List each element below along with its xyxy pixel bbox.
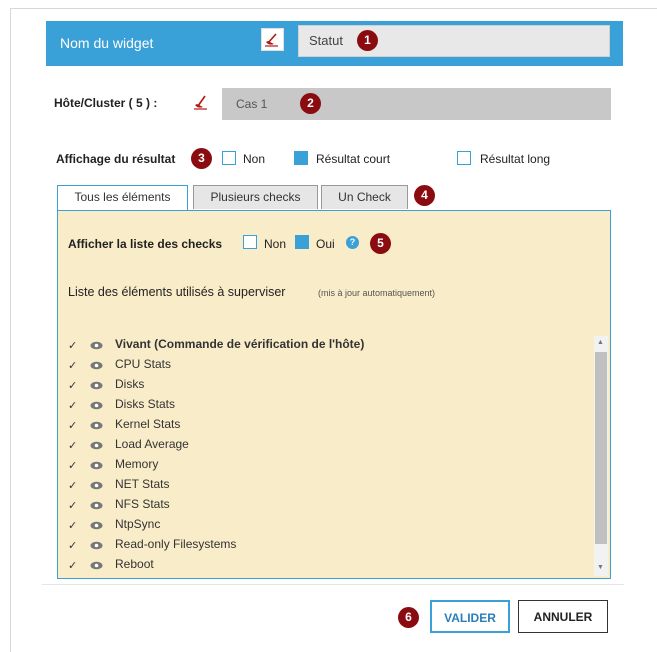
callout-badge-6: 6 — [398, 607, 419, 628]
check-icon: ✓ — [68, 560, 78, 572]
host-cluster-input[interactable]: Cas 1 — [222, 88, 611, 120]
cancel-button[interactable]: ANNULER — [518, 600, 608, 633]
check-icon: ✓ — [68, 540, 78, 552]
callout-badge-4: 4 — [414, 185, 435, 206]
show-checks-no-checkbox[interactable] — [243, 235, 257, 249]
list-item-label: NET Stats — [115, 477, 170, 491]
eye-icon[interactable] — [90, 439, 103, 450]
display-short-checkbox[interactable] — [294, 151, 308, 165]
list-item-label: NtpSync — [115, 517, 161, 531]
show-checks-yes-checkbox[interactable] — [295, 235, 309, 249]
callout-badge-1: 1 — [357, 30, 378, 51]
widget-name-label: Nom du widget — [60, 35, 154, 51]
eye-icon[interactable] — [90, 399, 103, 410]
eye-icon[interactable] — [90, 379, 103, 390]
eye-icon[interactable] — [90, 419, 103, 430]
check-icon: ✓ — [68, 340, 78, 352]
eye-icon[interactable] — [90, 559, 103, 570]
eye-icon[interactable] — [90, 519, 103, 530]
check-icon: ✓ — [68, 400, 78, 412]
display-none-label: Non — [243, 152, 266, 166]
display-short-label: Résultat court — [316, 152, 391, 166]
scroll-up-arrow-icon[interactable]: ▲ — [597, 339, 604, 346]
validate-button[interactable]: VALIDER — [430, 600, 510, 633]
eye-icon[interactable] — [90, 499, 103, 510]
eye-icon[interactable] — [90, 539, 103, 550]
callout-badge-3: 3 — [191, 148, 212, 169]
list-item-label: Disks Stats — [115, 397, 176, 411]
callout-badge-2: 2 — [300, 93, 321, 114]
elements-list-scrollbar[interactable]: ▲ ▼ — [594, 336, 608, 576]
display-long-checkbox[interactable] — [457, 151, 471, 165]
list-item-label: Kernel Stats — [115, 417, 181, 431]
footer-divider — [42, 584, 624, 585]
host-cluster-label: Hôte/Cluster ( 5 ) : — [54, 96, 158, 110]
check-icon: ✓ — [68, 460, 78, 472]
result-display-label: Affichage du résultat — [56, 152, 176, 166]
tab-one-check[interactable]: Un Check — [321, 185, 408, 209]
check-icon: ✓ — [68, 360, 78, 372]
widget-name-input[interactable]: Statut — [298, 25, 610, 57]
list-item-label: Reboot — [115, 557, 154, 571]
list-item-label: NFS Stats — [115, 497, 170, 511]
list-item-label: CPU Stats — [115, 357, 172, 371]
list-item-label: Load Average — [115, 437, 189, 451]
tab-all-elements[interactable]: Tous les éléments — [57, 185, 188, 211]
help-icon[interactable]: ? — [346, 236, 359, 249]
eye-icon[interactable] — [90, 479, 103, 490]
check-icon: ✓ — [68, 520, 78, 532]
clear-brush-icon[interactable] — [191, 92, 212, 116]
elements-list-title: Liste des éléments utilisés à superviser — [68, 285, 286, 299]
scrollbar-thumb[interactable] — [595, 352, 607, 544]
list-item-label: Memory — [115, 457, 159, 471]
eye-icon[interactable] — [90, 359, 103, 370]
check-icon: ✓ — [68, 380, 78, 392]
show-checks-yes-label: Oui — [316, 237, 335, 251]
callout-badge-5: 5 — [370, 233, 391, 254]
show-checks-no-label: Non — [264, 237, 287, 251]
list-item-label: Disks — [115, 377, 145, 391]
tab-several-checks[interactable]: Plusieurs checks — [193, 185, 318, 209]
check-icon: ✓ — [68, 440, 78, 452]
eye-icon[interactable] — [90, 459, 103, 470]
list-item-label: Read-only Filesystems — [115, 537, 237, 551]
display-none-checkbox[interactable] — [222, 151, 236, 165]
check-icon: ✓ — [68, 420, 78, 432]
check-icon: ✓ — [68, 500, 78, 512]
display-long-label: Résultat long — [480, 152, 551, 166]
scroll-down-arrow-icon[interactable]: ▼ — [597, 564, 604, 571]
widget-header: Nom du widget Statut — [46, 21, 623, 66]
clear-brush-icon[interactable] — [261, 28, 284, 51]
list-item-label: Vivant (Commande de vérification de l'hô… — [115, 337, 365, 351]
show-checks-label: Afficher la liste des checks — [68, 237, 223, 251]
elements-list: ✓ Vivant (Commande de vérification de l'… — [68, 336, 588, 576]
check-icon: ✓ — [68, 480, 78, 492]
elements-list-subtitle: (mis à jour automatiquement) — [318, 288, 436, 298]
eye-icon[interactable] — [90, 339, 103, 350]
